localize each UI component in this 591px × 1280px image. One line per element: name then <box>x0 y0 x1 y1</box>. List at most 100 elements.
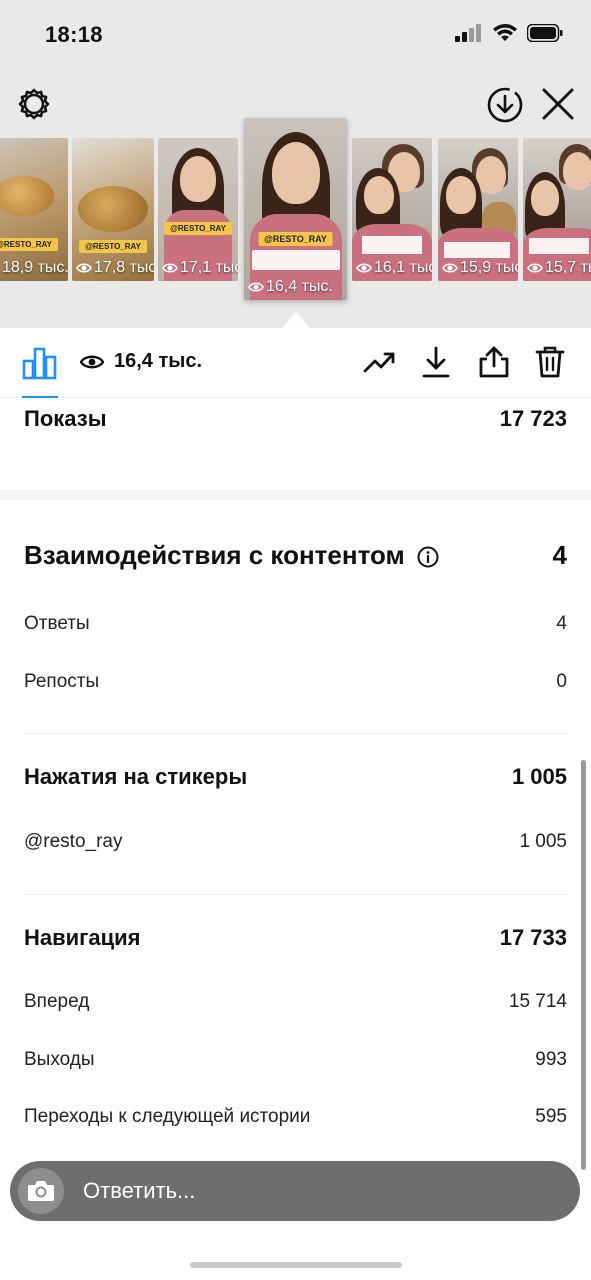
eye-icon <box>356 263 372 273</box>
forward-row: Вперед 15 714 <box>24 991 567 1013</box>
pie-image <box>0 176 54 216</box>
tab-insights[interactable] <box>22 346 58 398</box>
face-shape <box>364 176 394 214</box>
status-time: 18:18 <box>45 22 103 47</box>
battery-icon <box>527 24 563 42</box>
share-button[interactable] <box>476 344 512 380</box>
face-shape <box>272 142 320 204</box>
divider <box>24 733 567 734</box>
face-shape <box>180 156 216 202</box>
story-thumbnail[interactable]: @RESTO_RAY 17,1 тыс. <box>158 138 238 281</box>
caption-box <box>529 238 589 254</box>
eye-icon <box>527 263 543 273</box>
camera-icon <box>28 1181 54 1201</box>
story-views-label: 16,4 тыс. <box>266 278 333 295</box>
wifi-icon <box>493 24 517 41</box>
replies-value: 4 <box>556 613 567 634</box>
eye-icon <box>162 263 178 273</box>
impressions-row: Показы 17 723 <box>24 406 567 432</box>
info-icon[interactable] <box>417 546 439 568</box>
story-views: 15,7 тыс. <box>527 259 591 277</box>
face-shape <box>476 156 506 194</box>
story-tag: @RESTO_RAY <box>79 240 147 253</box>
home-indicator <box>190 1262 402 1268</box>
story-views-label: 16,1 тыс. <box>374 259 432 276</box>
settings-button[interactable] <box>16 86 52 122</box>
active-tab-underline <box>22 396 58 398</box>
camera-button[interactable] <box>18 1168 64 1214</box>
story-views-label: 18,9 тыс. <box>2 259 68 276</box>
insights-toolbar: 16,4 тыс. <box>0 328 591 398</box>
promote-button[interactable] <box>362 344 398 380</box>
story-views: 16,4 тыс. <box>248 278 333 296</box>
exits-row: Выходы 993 <box>24 1049 567 1071</box>
story-views-label: 17,8 тыс. <box>94 259 154 276</box>
next-story-value: 595 <box>535 1106 567 1127</box>
caption-box <box>444 242 510 258</box>
eye-icon <box>248 282 264 292</box>
story-thumbnail[interactable]: 15,7 тыс. <box>523 138 591 281</box>
story-views-label: 17,1 тыс. <box>180 259 238 276</box>
scrollbar[interactable] <box>581 760 586 1170</box>
exits-value: 993 <box>535 1049 567 1070</box>
reposts-label: Репосты <box>24 671 100 692</box>
caption-box <box>362 236 422 254</box>
divider <box>24 894 567 895</box>
view-count-label: 16,4 тыс. <box>114 350 203 372</box>
signal-icon <box>455 24 481 42</box>
forward-label: Вперед <box>24 991 90 1012</box>
download-button[interactable] <box>418 344 454 380</box>
sticker-account-label: @resto_ray <box>24 831 123 852</box>
reply-placeholder: Ответить... <box>83 1178 196 1203</box>
story-thumbnail[interactable]: @RESTO_RAY 17,8 тыс. <box>72 138 154 281</box>
exits-label: Выходы <box>24 1049 95 1070</box>
eye-icon <box>76 263 92 273</box>
interactions-value: 4 <box>552 540 567 570</box>
story-thumbnail[interactable]: @RESTO_RAY 18,9 тыс. <box>0 138 68 281</box>
close-button[interactable] <box>540 82 576 122</box>
sticker-taps-value: 1 005 <box>511 764 567 789</box>
trash-icon <box>535 346 565 378</box>
status-bar: 18:18 <box>0 0 591 70</box>
sticker-account-value: 1 005 <box>519 831 567 852</box>
share-icon <box>479 346 509 378</box>
delete-button[interactable] <box>532 344 568 380</box>
story-tag: @RESTO_RAY <box>0 238 58 251</box>
story-views-label: 15,9 тыс. <box>460 259 518 276</box>
impressions-value: 17 723 <box>499 406 567 431</box>
eye-icon <box>442 263 458 273</box>
story-views: 18,9 тыс. <box>0 259 68 277</box>
reposts-row: Репосты 0 <box>24 671 567 693</box>
interactions-label: Взаимодействия с контентом <box>24 540 405 570</box>
sticker-row: @resto_ray 1 005 <box>24 831 567 853</box>
trending-up-icon <box>363 352 395 373</box>
story-tag: @RESTO_RAY <box>258 232 333 246</box>
story-views: 17,8 тыс. <box>76 259 154 277</box>
face-shape <box>563 152 591 190</box>
selected-story-pointer <box>282 312 310 328</box>
story-thumbnail-strip[interactable]: @RESTO_RAY 18,9 тыс. @RESTO_RAY 17,8 тыс… <box>0 118 591 308</box>
interactions-title: Взаимодействия с контентом <box>24 540 439 571</box>
story-thumbnail-selected[interactable]: @RESTO_RAY 16,4 тыс. <box>244 118 347 300</box>
sticker-taps-header: Нажатия на стикеры 1 005 <box>24 764 567 790</box>
view-count: 16,4 тыс. <box>80 350 202 373</box>
next-story-row: Переходы к следующей истории 595 <box>24 1106 567 1128</box>
face-shape <box>446 176 476 214</box>
section-separator <box>0 490 591 500</box>
interactions-header: Взаимодействия с контентом 4 <box>24 540 567 571</box>
navigation-header: Навигация 17 733 <box>24 925 567 951</box>
reply-input[interactable]: Ответить... <box>10 1161 580 1221</box>
story-thumbnail[interactable]: 15,9 тыс. <box>438 138 518 281</box>
face-shape <box>531 180 559 216</box>
story-views: 15,9 тыс. <box>442 259 518 277</box>
forward-value: 15 714 <box>508 991 567 1012</box>
download-icon <box>422 346 450 378</box>
reposts-value: 0 <box>556 671 567 692</box>
impressions-label: Показы <box>24 406 107 431</box>
story-views-label: 15,7 тыс. <box>545 259 591 276</box>
navigation-value: 17 733 <box>499 925 567 950</box>
story-views: 16,1 тыс. <box>356 259 432 277</box>
story-thumbnail[interactable]: 16,1 тыс. <box>352 138 432 281</box>
replies-label: Ответы <box>24 613 90 634</box>
replies-row: Ответы 4 <box>24 613 567 635</box>
